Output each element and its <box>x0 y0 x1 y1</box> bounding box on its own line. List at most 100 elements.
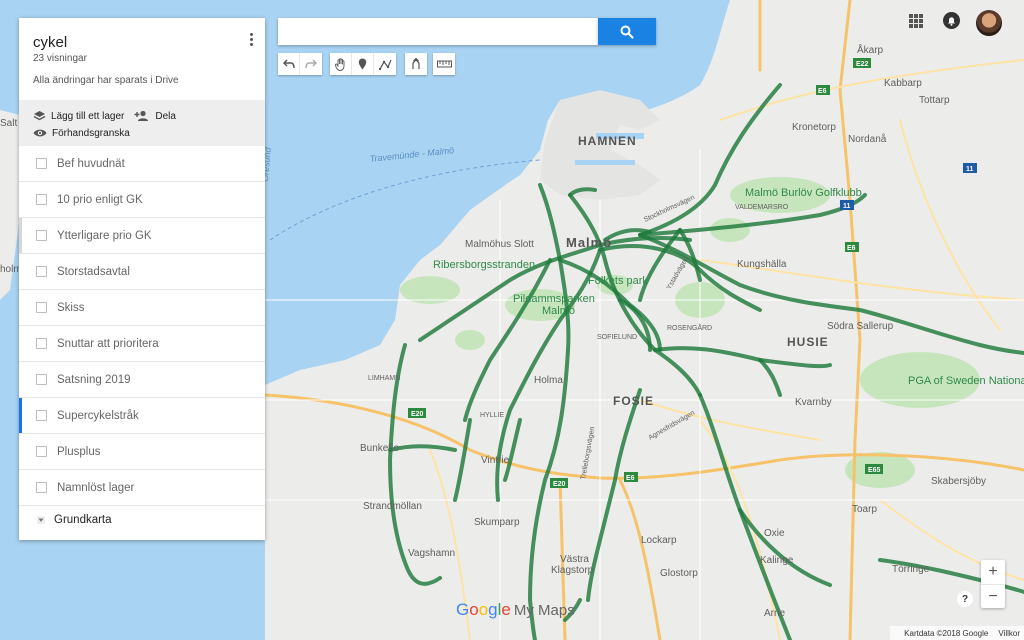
road-shield-label: E6 <box>818 88 827 95</box>
select-tool-button[interactable] <box>330 53 352 75</box>
zoom-control: + − <box>981 560 1005 608</box>
road-shield-label: E20 <box>553 481 566 488</box>
layer-checkbox[interactable] <box>36 338 47 349</box>
search-input[interactable] <box>278 18 598 45</box>
layer-label: Skiss <box>57 301 85 314</box>
layers-icon <box>33 111 46 121</box>
map-label-torring: Törringe <box>892 564 930 575</box>
line-icon <box>378 59 392 70</box>
map-label-oxie: Oxie <box>764 528 785 539</box>
layer-checkbox[interactable] <box>36 194 47 205</box>
layer-checkbox[interactable] <box>36 374 47 385</box>
map-label-tottarp: Tottarp <box>919 95 950 106</box>
layer-checkbox[interactable] <box>36 302 47 313</box>
bell-icon[interactable] <box>943 12 960 29</box>
add-layer-button[interactable]: Lägg till ett lager <box>33 108 124 124</box>
map-label-bunkeflo: Bunkeflo <box>360 443 399 454</box>
road-shield-label: 11 <box>843 203 851 210</box>
search-button[interactable] <box>598 18 656 45</box>
layer-item[interactable]: Storstadsavtal <box>19 254 265 290</box>
eye-icon <box>33 129 47 137</box>
add-marker-button[interactable] <box>352 53 374 75</box>
map-label-pga: PGA of Sweden National <box>908 375 1024 387</box>
map-label-hamnen: HAMNEN <box>578 134 637 148</box>
map-label-fosie: FOSIE <box>613 394 654 408</box>
map-label-kvarnby: Kvarnby <box>795 397 832 408</box>
chevron-down-icon[interactable] <box>37 516 45 524</box>
basemap-item[interactable]: Grundkarta <box>19 506 265 534</box>
zoom-out-button[interactable]: − <box>981 585 1005 609</box>
layer-label: Storstadsavtal <box>57 265 130 278</box>
map-label-vintrie: Vintrie <box>481 455 510 466</box>
terms-link[interactable]: Villkor <box>998 629 1020 638</box>
layer-item[interactable]: Snuttar att prioritera <box>19 326 265 362</box>
apps-icon[interactable] <box>909 14 923 28</box>
map-label-nordana: Nordanå <box>848 133 887 145</box>
share-button[interactable]: Dela <box>134 108 176 124</box>
redo-button[interactable] <box>300 53 322 75</box>
road-shield-label: E6 <box>847 245 856 252</box>
map-label-vastra: Västra <box>560 554 589 565</box>
layer-checkbox[interactable] <box>36 446 47 457</box>
layer-checkbox[interactable] <box>36 158 47 169</box>
map-label-toarp: Toarp <box>852 504 877 515</box>
layer-item[interactable]: Namnlöst lager <box>19 470 265 506</box>
panel-header: cykel 23 visningar Alla ändringar har sp… <box>19 18 265 100</box>
measure-tools <box>433 53 455 75</box>
map-label-folkets: Folkets park <box>588 275 648 287</box>
layer-label: Plusplus <box>57 445 101 458</box>
layer-item[interactable]: Bef huvudnät <box>19 146 265 182</box>
add-person-icon <box>134 110 149 121</box>
map-label-kungshalla: Kungshälla <box>737 259 787 270</box>
layer-label: Supercykelstråk <box>57 409 139 422</box>
map-label-husie: HUSIE <box>787 335 829 349</box>
basemap-label: Grundkarta <box>54 514 112 526</box>
map-label-malmo: Malmö <box>566 235 612 250</box>
view-count: 23 visningar <box>33 53 87 64</box>
undo-button[interactable] <box>278 53 300 75</box>
map-label-rosengard: ROSENGÅRD <box>667 323 712 332</box>
road-shield-label: E65 <box>868 467 881 474</box>
map-label-vallemarsro: VALDEMARSRO <box>735 204 789 211</box>
logo-mymaps-text: My Maps <box>513 602 575 619</box>
layer-item[interactable]: Plusplus <box>19 434 265 470</box>
road-shield-label: 11 <box>966 166 974 173</box>
directions-tools <box>405 53 427 75</box>
layer-checkbox[interactable] <box>36 482 47 493</box>
map-label-klagstorp: Klagstorp <box>551 565 594 576</box>
help-button[interactable]: ? <box>957 591 973 607</box>
preview-button[interactable]: Förhandsgranska <box>33 125 130 141</box>
map-label-skumparp: Skumparp <box>474 517 520 528</box>
layer-item[interactable]: 10 prio enligt GK <box>19 182 265 218</box>
layer-label: Bef huvudnät <box>57 157 125 170</box>
map-label-pildam2: Malmö <box>542 305 575 317</box>
map-label-limhamn: LIMHAMN <box>368 375 400 382</box>
layer-label: Ytterligare prio GK <box>57 229 152 242</box>
layer-item-active[interactable]: Supercykelstråk <box>19 398 265 434</box>
road-shield-label: E22 <box>856 61 869 68</box>
add-directions-button[interactable] <box>405 53 427 75</box>
save-status: Alla ändringar har sparats i Drive <box>33 75 179 86</box>
bell-glyph <box>948 16 955 26</box>
map-label-kabbarp: Kabbarp <box>884 78 922 89</box>
draw-line-button[interactable] <box>374 53 396 75</box>
layer-item[interactable]: Skiss <box>19 290 265 326</box>
panel-actions: Lägg till ett lager Dela Förhandsgranska <box>19 100 265 146</box>
measure-button[interactable] <box>433 53 455 75</box>
share-label: Dela <box>155 110 176 122</box>
zoom-in-button[interactable]: + <box>981 560 1005 585</box>
layer-checkbox[interactable] <box>36 410 47 421</box>
layer-item[interactable]: Satsning 2019 <box>19 362 265 398</box>
layer-label: Satsning 2019 <box>57 373 131 386</box>
map-label-lockarp: Lockarp <box>641 535 677 546</box>
avatar[interactable] <box>975 9 1003 37</box>
marker-icon <box>358 58 367 70</box>
layer-item[interactable]: Ytterligare prio GK <box>19 218 265 254</box>
map-label-kronetorp: Kronetorp <box>792 122 836 133</box>
attribution: Kartdata ©2018 Google <box>904 628 989 638</box>
more-options-icon[interactable] <box>247 32 255 48</box>
map-title[interactable]: cykel <box>33 34 251 51</box>
layer-checkbox[interactable] <box>36 266 47 277</box>
map-label-ribersborg: Ribersborgsstranden <box>433 259 535 271</box>
layer-checkbox[interactable] <box>36 230 47 241</box>
